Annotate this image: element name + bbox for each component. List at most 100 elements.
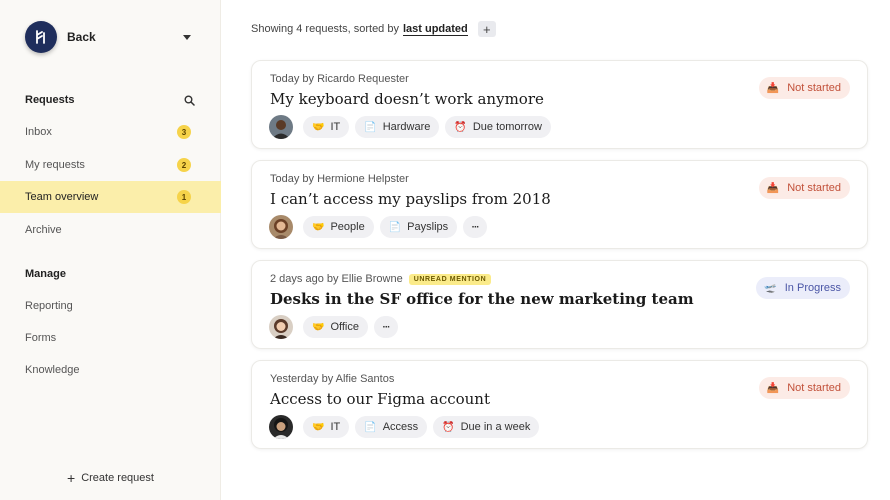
status-label: In Progress: [784, 282, 841, 294]
avatar[interactable]: [269, 215, 293, 239]
request-meta-text: Yesterday by Alfie Santos: [270, 373, 395, 385]
add-filter-button[interactable]: +: [477, 21, 496, 37]
request-meta: Today by Ricardo Requester: [270, 73, 409, 85]
status-label: Not started: [787, 82, 841, 94]
manage-section-header: Manage: [25, 268, 195, 280]
category-tag[interactable]: 📄 Access: [355, 416, 428, 438]
manage-section-label: Manage: [25, 268, 66, 280]
avatar[interactable]: [269, 115, 293, 139]
avatar[interactable]: [269, 415, 293, 439]
team-tag[interactable]: 🤝 People: [303, 216, 374, 238]
inbox-tray-icon: 📥: [766, 382, 780, 394]
progress-icon: 🛫: [764, 282, 777, 294]
document-icon: 📄: [388, 221, 402, 233]
tag-label: IT: [330, 421, 341, 433]
request-title: My keyboard doesn’t work anymore: [270, 90, 544, 108]
status-badge[interactable]: 🛫 In Progress: [756, 277, 850, 299]
tag-label: Office: [330, 321, 359, 333]
sidebar-item-label: Team overview: [25, 191, 99, 203]
count-badge: 1: [177, 190, 191, 204]
request-card[interactable]: Today by Hermione Helpster I can’t acces…: [251, 160, 868, 249]
create-request-button[interactable]: + Create request: [0, 468, 221, 488]
logo-mark-icon: [36, 30, 45, 44]
request-meta-text: Today by Hermione Helpster: [270, 173, 409, 185]
handshake-icon: 🤝: [312, 321, 325, 333]
sidebar-item-label: Inbox: [25, 126, 52, 138]
tag-label: IT: [330, 121, 341, 133]
tag-label: Hardware: [382, 121, 431, 133]
request-title: Desks in the SF office for the new marke…: [270, 290, 694, 308]
sidebar-item-label: My requests: [25, 159, 85, 171]
workspace-name: Back: [67, 30, 96, 44]
sort-selector[interactable]: last updated: [402, 23, 468, 36]
tag-label: Payslips: [407, 221, 449, 233]
requests-section-header: Requests: [25, 94, 195, 106]
handshake-icon: 🤝: [312, 221, 325, 233]
request-meta: Yesterday by Alfie Santos: [270, 373, 394, 385]
tag-label: People: [330, 221, 365, 233]
tag-label: Due in a week: [460, 421, 531, 433]
status-badge[interactable]: 📥 Not started: [758, 77, 850, 99]
status-label: Not started: [787, 382, 841, 394]
sidebar-item-label: Archive: [25, 224, 62, 236]
status-badge[interactable]: 📥 Not started: [758, 377, 850, 399]
sidebar-item-knowledge[interactable]: Knowledge: [0, 354, 221, 386]
request-tags: 🤝 People 📄 Payslips ···: [269, 215, 488, 239]
workspace-switcher[interactable]: Back: [25, 21, 195, 53]
sidebar-item-forms[interactable]: Forms: [0, 322, 221, 354]
handshake-icon: 🤝: [312, 421, 325, 433]
request-meta: Today by Hermione Helpster: [270, 173, 409, 185]
sidebar-item-label: Knowledge: [25, 364, 80, 376]
category-tag[interactable]: 📄 Payslips: [379, 216, 458, 238]
more-tags-button[interactable]: ···: [373, 316, 398, 338]
team-tag[interactable]: 🤝 IT: [303, 116, 350, 138]
alarm-clock-icon: ⏰: [442, 421, 455, 433]
request-card[interactable]: Yesterday by Alfie Santos Access to our …: [251, 360, 868, 449]
tag-label: Due tomorrow: [472, 121, 542, 133]
create-request-label: Create request: [81, 472, 154, 484]
more-tags-button[interactable]: ···: [463, 216, 488, 238]
inbox-tray-icon: 📥: [766, 82, 780, 94]
count-badge: 3: [177, 125, 191, 139]
status-badge[interactable]: 📥 Not started: [758, 177, 850, 199]
document-icon: 📄: [364, 121, 377, 133]
request-meta-text: 2 days ago by Ellie Browne: [270, 273, 403, 285]
sidebar-item-my-requests[interactable]: My requests 2: [0, 149, 221, 181]
request-title: Access to our Figma account: [270, 390, 490, 408]
inbox-tray-icon: 📥: [766, 182, 780, 194]
search-icon[interactable]: [184, 95, 195, 106]
request-meta: 2 days ago by Ellie Browne UNREAD MENTIO…: [270, 273, 492, 285]
list-summary-text: Showing 4 requests, sorted by: [251, 23, 399, 35]
request-title: I can’t access my payslips from 2018: [270, 190, 551, 208]
workspace-logo: [25, 21, 57, 53]
list-summary-bar: Showing 4 requests, sorted by last updat…: [251, 20, 496, 38]
chevron-down-icon[interactable]: [183, 34, 191, 40]
count-badge: 2: [177, 158, 191, 172]
sidebar-item-label: Reporting: [25, 300, 73, 312]
tag-label: Access: [382, 421, 419, 433]
team-tag[interactable]: 🤝 Office: [303, 316, 368, 338]
requests-section-label: Requests: [25, 94, 75, 106]
sidebar-item-inbox[interactable]: Inbox 3: [0, 116, 221, 148]
sidebar: Back Requests Inbox 3 My requests 2 Team…: [0, 0, 221, 500]
unread-mention-badge: UNREAD MENTION: [408, 273, 492, 285]
request-meta-text: Today by Ricardo Requester: [270, 73, 409, 85]
sidebar-item-reporting[interactable]: Reporting: [0, 290, 221, 322]
category-tag[interactable]: 📄 Hardware: [355, 116, 440, 138]
plus-icon: +: [67, 470, 76, 486]
status-label: Not started: [787, 182, 841, 194]
due-date-tag[interactable]: ⏰ Due in a week: [433, 416, 540, 438]
sidebar-item-archive[interactable]: Archive: [0, 214, 221, 246]
due-date-tag[interactable]: ⏰ Due tomorrow: [445, 116, 551, 138]
avatar[interactable]: [269, 315, 293, 339]
team-tag[interactable]: 🤝 IT: [303, 416, 350, 438]
document-icon: 📄: [364, 421, 377, 433]
sidebar-item-label: Forms: [25, 332, 57, 344]
alarm-clock-icon: ⏰: [454, 121, 467, 133]
handshake-icon: 🤝: [312, 121, 325, 133]
request-tags: 🤝 IT 📄 Hardware ⏰ Due tomorrow: [269, 115, 557, 139]
request-card[interactable]: 2 days ago by Ellie Browne UNREAD MENTIO…: [251, 260, 868, 349]
request-tags: 🤝 Office ···: [269, 315, 398, 339]
request-card[interactable]: Today by Ricardo Requester My keyboard d…: [251, 60, 868, 149]
sidebar-item-team-overview[interactable]: Team overview 1: [0, 181, 221, 213]
